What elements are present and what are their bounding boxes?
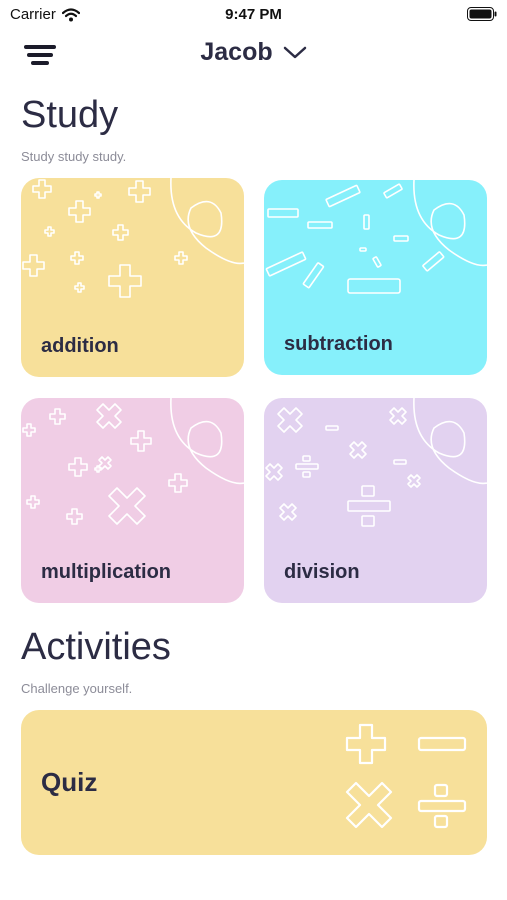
addition-card[interactable]: addition bbox=[21, 178, 244, 377]
activities-section-subtitle: Challenge yourself. bbox=[21, 681, 133, 696]
battery-icon bbox=[467, 7, 497, 21]
user-selector[interactable]: Jacob bbox=[0, 38, 507, 67]
chevron-down-icon bbox=[283, 46, 306, 58]
status-bar: Carrier 9:47 PM bbox=[0, 0, 507, 28]
user-name: Jacob bbox=[200, 38, 273, 66]
activities-section-title: Activities bbox=[21, 626, 171, 668]
subtraction-card[interactable]: subtraction bbox=[264, 180, 487, 375]
quiz-card-label: Quiz bbox=[41, 767, 98, 797]
multiplication-card[interactable]: multiplication bbox=[21, 398, 244, 603]
division-card[interactable]: division bbox=[264, 398, 487, 603]
study-section-subtitle: Study study study. bbox=[21, 149, 127, 164]
study-section-title: Study bbox=[21, 94, 119, 136]
subtraction-card-label: subtraction bbox=[284, 333, 393, 355]
quiz-card[interactable]: Quiz bbox=[21, 710, 487, 855]
multiplication-card-label: multiplication bbox=[41, 561, 171, 583]
division-card-label: division bbox=[284, 561, 360, 583]
top-nav: Jacob bbox=[0, 36, 507, 72]
addition-card-label: addition bbox=[41, 335, 119, 357]
clock: 9:47 PM bbox=[225, 6, 282, 23]
